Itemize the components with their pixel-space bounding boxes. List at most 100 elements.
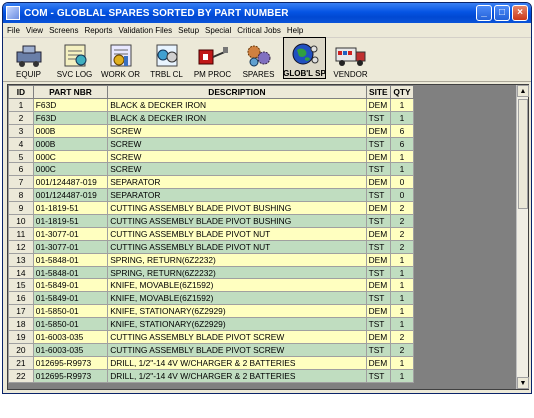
cell-description[interactable]: DRILL, 1/2"-14 4V W/CHARGER & 2 BATTERIE… xyxy=(107,368,367,383)
cell-site[interactable]: TST xyxy=(365,214,392,228)
column-header-description[interactable]: DESCRIPTION xyxy=(107,85,367,99)
cell-id[interactable]: 16 xyxy=(8,291,34,306)
table-row[interactable]: 22 012695-R9973 DRILL, 1/2"-14 4V W/CHARGE… xyxy=(8,368,414,383)
cell-part-nbr[interactable]: 01-5850-01 xyxy=(32,317,109,332)
cell-id[interactable]: 12 xyxy=(8,239,34,254)
cell-id[interactable]: 7 xyxy=(8,175,34,190)
cell-id[interactable]: 11 xyxy=(8,226,34,241)
cell-id[interactable]: 18 xyxy=(8,317,34,332)
table-row[interactable]: 17 01-5850-01 KNIFE, STATIONARY(6Z2929) DEM… xyxy=(8,304,414,319)
table-row[interactable]: 2 F63D BLACK & DECKER IRON TST 1 xyxy=(8,110,414,125)
work-order-button[interactable]: WORK OR xyxy=(99,37,142,79)
table-row[interactable]: 8 001/124487-019 SEPARATOR TST 0 xyxy=(8,188,414,203)
cell-part-nbr[interactable]: 000C xyxy=(32,162,109,177)
cell-id[interactable]: 17 xyxy=(8,304,34,319)
cell-id[interactable]: 22 xyxy=(8,368,34,383)
cell-description[interactable]: KNIFE, STATIONARY(6Z2929) xyxy=(107,304,367,319)
scroll-thumb[interactable] xyxy=(518,99,528,209)
cell-site[interactable]: DEM xyxy=(365,98,392,112)
cell-site[interactable]: TST xyxy=(365,162,392,177)
menu-file[interactable]: File xyxy=(7,26,24,35)
minimize-button[interactable]: _ xyxy=(476,5,492,21)
global-spares-button[interactable]: GLOB'L SP xyxy=(283,37,326,79)
column-header-id[interactable]: ID xyxy=(8,85,34,99)
cell-qty[interactable]: 6 xyxy=(390,123,414,138)
cell-qty[interactable]: 1 xyxy=(390,278,414,293)
cell-id[interactable]: 4 xyxy=(8,136,34,151)
cell-part-nbr[interactable]: 000C xyxy=(32,149,109,164)
cell-part-nbr[interactable]: 01-5848-01 xyxy=(32,265,109,280)
cell-qty[interactable]: 2 xyxy=(390,201,414,216)
cell-description[interactable]: CUTTING ASSEMBLY BLADE PIVOT NUT xyxy=(107,239,367,254)
cell-site[interactable]: DEM xyxy=(365,330,392,344)
cell-part-nbr[interactable]: 01-1819-51 xyxy=(32,201,109,216)
cell-site[interactable]: TST xyxy=(365,317,392,332)
cell-part-nbr[interactable]: F63D xyxy=(32,110,109,125)
menu-setup[interactable]: Setup xyxy=(178,26,203,35)
vendor-button[interactable]: VENDOR xyxy=(329,37,372,79)
cell-id[interactable]: 21 xyxy=(8,355,34,370)
cell-qty[interactable]: 2 xyxy=(390,226,414,241)
cell-description[interactable]: SCREW xyxy=(107,149,367,164)
cell-description[interactable]: CUTTING ASSEMBLY BLADE PIVOT BUSHING xyxy=(107,214,367,228)
cell-qty[interactable]: 2 xyxy=(390,239,414,254)
pm-proc-button[interactable]: PM PROC xyxy=(191,37,234,79)
menu-validation-files[interactable]: Validation Files xyxy=(118,26,176,35)
cell-description[interactable]: CUTTING ASSEMBLY BLADE PIVOT SCREW xyxy=(107,330,367,344)
cell-qty[interactable]: 1 xyxy=(390,304,414,319)
cell-id[interactable]: 3 xyxy=(8,123,34,138)
spares-button[interactable]: SPARES xyxy=(237,37,280,79)
cell-description[interactable]: CUTTING ASSEMBLY BLADE PIVOT BUSHING xyxy=(107,201,367,216)
cell-id[interactable]: 20 xyxy=(8,342,34,357)
cell-description[interactable]: CUTTING ASSEMBLY BLADE PIVOT NUT xyxy=(107,226,367,241)
equip-button[interactable]: EQUIP xyxy=(7,37,50,79)
cell-id[interactable]: 19 xyxy=(8,330,34,344)
cell-part-nbr[interactable]: 01-6003-035 xyxy=(32,330,109,344)
table-row[interactable]: 15 01-5849-01 KNIFE, MOVABLE(6Z1592) DEM 1 xyxy=(8,278,414,293)
cell-part-nbr[interactable]: 012695-R9973 xyxy=(32,368,109,383)
table-row[interactable]: 20 01-6003-035 CUTTING ASSEMBLY BLADE PIVO… xyxy=(8,342,414,357)
menu-view[interactable]: View xyxy=(26,26,47,35)
cell-description[interactable]: KNIFE, STATIONARY(6Z2929) xyxy=(107,317,367,332)
cell-part-nbr[interactable]: 01-1819-51 xyxy=(32,214,109,228)
cell-id[interactable]: 13 xyxy=(8,252,34,267)
cell-description[interactable]: SCREW xyxy=(107,162,367,177)
cell-description[interactable]: SPRING, RETURN(6Z2232) xyxy=(107,252,367,267)
trouble-call-button[interactable]: TRBL CL xyxy=(145,37,188,79)
cell-site[interactable]: TST xyxy=(365,291,392,306)
cell-site[interactable]: TST xyxy=(365,188,392,203)
cell-part-nbr[interactable]: 001/124487-019 xyxy=(32,175,109,190)
menu-reports[interactable]: Reports xyxy=(84,26,116,35)
cell-description[interactable]: KNIFE, MOVABLE(6Z1592) xyxy=(107,291,367,306)
cell-part-nbr[interactable]: 000B xyxy=(32,123,109,138)
cell-description[interactable]: BLACK & DECKER IRON xyxy=(107,110,367,125)
menu-help[interactable]: Help xyxy=(287,26,307,35)
table-row[interactable]: 3 000B SCREW DEM 6 xyxy=(8,123,414,138)
cell-qty[interactable]: 0 xyxy=(390,175,414,190)
cell-part-nbr[interactable]: 01-5848-01 xyxy=(32,252,109,267)
table-row[interactable]: 7 001/124487-019 SEPARATOR DEM 0 xyxy=(8,175,414,190)
table-row[interactable]: 5 000C SCREW DEM 1 xyxy=(8,149,414,164)
cell-part-nbr[interactable]: 01-5849-01 xyxy=(32,291,109,306)
svc-log-button[interactable]: SVC LOG xyxy=(53,37,96,79)
cell-description[interactable]: SCREW xyxy=(107,123,367,138)
scroll-down-arrow-icon[interactable]: ▼ xyxy=(517,377,529,389)
cell-id[interactable]: 6 xyxy=(8,162,34,177)
cell-id[interactable]: 8 xyxy=(8,188,34,203)
cell-qty[interactable]: 1 xyxy=(390,252,414,267)
cell-qty[interactable]: 1 xyxy=(390,291,414,306)
cell-part-nbr[interactable]: 01-5849-01 xyxy=(32,278,109,293)
column-header-part-nbr[interactable]: PART NBR xyxy=(32,85,109,99)
table-row[interactable]: 19 01-6003-035 CUTTING ASSEMBLY BLADE PIVO… xyxy=(8,330,414,344)
cell-description[interactable]: SEPARATOR xyxy=(107,188,367,203)
cell-description[interactable]: SEPARATOR xyxy=(107,175,367,190)
cell-part-nbr[interactable]: 01-3077-01 xyxy=(32,239,109,254)
cell-part-nbr[interactable]: 01-3077-01 xyxy=(32,226,109,241)
cell-description[interactable]: BLACK & DECKER IRON xyxy=(107,98,367,112)
cell-part-nbr[interactable]: 001/124487-019 xyxy=(32,188,109,203)
cell-part-nbr[interactable]: 012695-R9973 xyxy=(32,355,109,370)
cell-id[interactable]: 1 xyxy=(8,98,34,112)
menu-critical-jobs[interactable]: Critical Jobs xyxy=(237,26,285,35)
cell-description[interactable]: DRILL, 1/2"-14 4V W/CHARGER & 2 BATTERIE… xyxy=(107,355,367,370)
cell-site[interactable]: TST xyxy=(365,265,392,280)
